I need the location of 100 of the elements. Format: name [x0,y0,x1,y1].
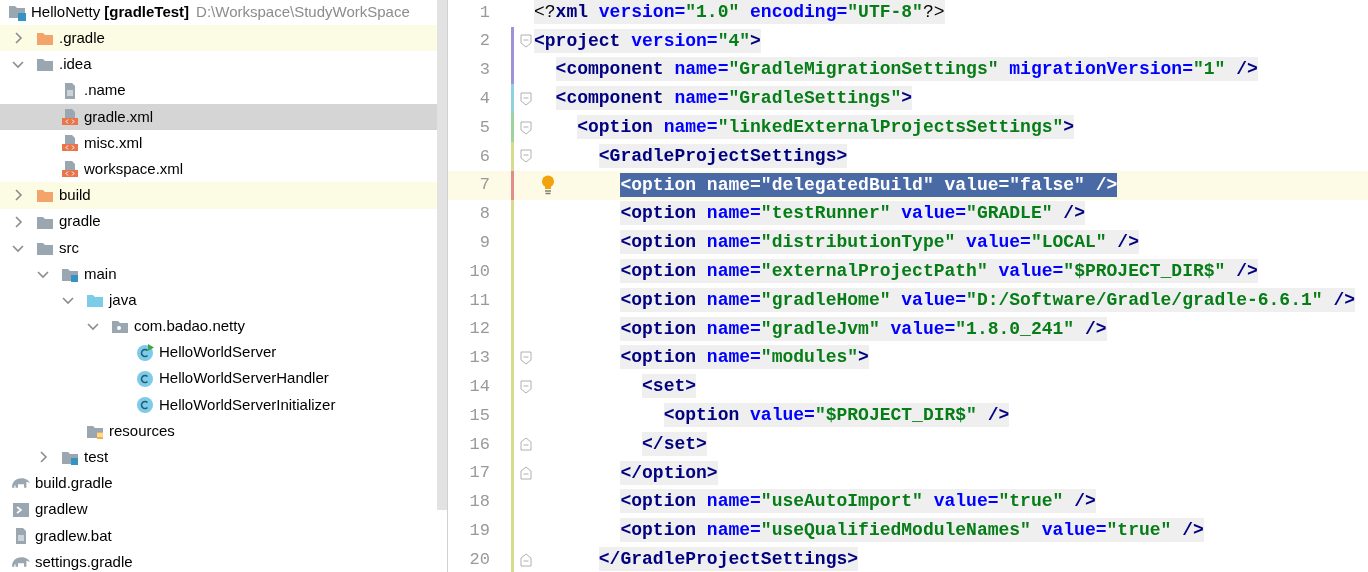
tree-item-label: build.gradle [35,473,113,494]
chevron-down-icon[interactable] [62,294,74,307]
tree-row[interactable]: HelloWorldServerHandler [0,365,437,392]
fold-icon[interactable] [520,91,532,106]
tree-row[interactable]: gradle [0,208,437,235]
code-line: <option name="linkedExternalProjectsSettings"> [576,114,1075,142]
fold-icon[interactable] [520,149,532,164]
tree-row[interactable]: main [0,260,437,288]
line-number: 4 [478,88,490,111]
tree-row[interactable]: gradlew [0,496,437,523]
fold-icon[interactable] [520,120,532,135]
line-number: 12 [468,318,490,341]
code-line: </set> [641,430,707,458]
line-number: 14 [468,376,490,398]
code-line: <GradleProjectSettings> [597,142,848,170]
line-number: 11 [468,289,490,312]
code-line: <option name="gradleJvm" value="1.8.0_241" /> [619,315,1107,343]
code-line: <option name="useQualifiedModuleNames" value="true" /> [619,517,1204,545]
xml-file-icon [61,134,79,153]
tree-row[interactable]: .name [0,77,437,104]
code-line: <option name="delegatedBuild" value="false" /> [619,171,1118,199]
code-line: <option name="testRunner" value="GRADLE" /> [619,200,1085,228]
lightbulb-icon[interactable] [541,175,555,196]
xml-file-icon [61,160,79,179]
code-line: <component name="GradleSettings"> [554,85,913,113]
tree-row[interactable]: HelloWorldServer [0,339,437,366]
module-folder-icon [8,3,26,22]
tree-row[interactable]: com.badao.netty [0,313,437,340]
fold-icon[interactable] [520,552,532,567]
line-number: 10 [468,260,490,283]
elephant-icon [12,477,30,490]
tree-item-label: settings.gradle [35,551,133,572]
tree-item-label: .gradle [59,28,105,49]
tree-row[interactable]: build.gradle [0,470,437,497]
tree-row[interactable]: test [0,444,437,471]
tree-item-label: misc.xml [84,132,143,153]
class-icon [136,343,154,362]
line-number: 7 [478,174,490,197]
class-icon [136,369,154,388]
tree-item-label: com.badao.netty [134,316,245,337]
tree-item-label: src [59,237,79,258]
chevron-right-icon[interactable] [12,215,24,228]
code-line: <option name="modules"> [619,344,869,372]
line-number: 16 [468,433,490,456]
tree-item-label: java [109,289,137,310]
tree-row[interactable]: java [0,287,437,314]
tree-item-label: gradle.xml [84,106,154,127]
code-line: <option value="$PROJECT_DIR$" /> [662,402,1010,430]
chevron-right-icon[interactable] [37,451,49,464]
chevron-right-icon[interactable] [12,189,24,202]
line-number: 8 [478,203,490,226]
code-line: </GradleProjectSettings> [597,546,859,572]
line-number: 1 [478,1,490,24]
tree-item-label: gradle [59,211,101,232]
fold-icon[interactable] [520,379,532,394]
tree-row[interactable]: misc.xml [0,129,437,157]
tree-item-label: build [59,185,91,206]
fold-icon[interactable] [520,350,532,365]
tree-row[interactable]: settings.gradle [0,548,437,572]
tree-item-label: gradlew [35,499,88,520]
xml-file-icon [61,107,79,126]
class-icon [136,395,154,414]
fold-icon[interactable] [520,466,532,481]
line-number: 19 [468,520,490,542]
tree-item-label: workspace.xml [84,158,184,179]
code-line: </option> [619,459,718,487]
line-number: 3 [478,59,490,82]
line-number: 5 [478,116,490,139]
tree-row[interactable]: src [0,234,437,261]
chevron-right-icon[interactable] [12,32,24,45]
line-number: 6 [478,145,490,168]
tree-row[interactable]: build [0,182,437,209]
project-path: D:\Workspace\StudyWorkSpace [196,1,410,22]
fold-icon[interactable] [520,34,532,49]
tree-item-label: .idea [59,54,92,75]
code-line: <component name="GradleMigrationSettings" migrationVersion="1" /> [554,56,1258,84]
tree-row[interactable]: gradlew.bat [0,522,437,549]
tree-row[interactable]: resources [0,418,437,445]
line-number: 15 [468,404,490,427]
line-number: 17 [468,462,490,485]
tree-item-label: gradlew.bat [35,525,112,546]
line-number: 18 [468,491,490,514]
project-root-row[interactable]: HelloNetty [gradleTest] D:\Workspace\StudyWorkSpace [0,0,437,26]
tree-row[interactable]: workspace.xml [0,156,437,183]
fold-icon[interactable] [520,437,532,452]
chevron-down-icon[interactable] [12,58,24,71]
code-line: <set> [641,373,697,401]
tree-row[interactable]: .idea [0,51,437,78]
tree-item-label: HelloWorldServerHandler [159,368,329,389]
tree-item-label: HelloWorldServer [159,342,277,363]
tree-item-label: .name [84,80,126,101]
elephant-icon [12,556,30,569]
code-line: <option name="distributionType" value="LOCAL" /> [619,229,1139,257]
tree-row[interactable]: .gradle [0,25,437,52]
code-line: <option name="gradleHome" value="D:/Software/Gradle/gradle-6.6.1" /> [619,286,1355,314]
project-name: HelloNetty [gradleTest] [31,1,190,22]
chevron-down-icon[interactable] [87,320,99,333]
tree-row[interactable]: HelloWorldServerInitializer [0,391,437,418]
tree-row[interactable]: gradle.xml [0,103,437,130]
scrollbar-thumb[interactable] [437,0,447,510]
